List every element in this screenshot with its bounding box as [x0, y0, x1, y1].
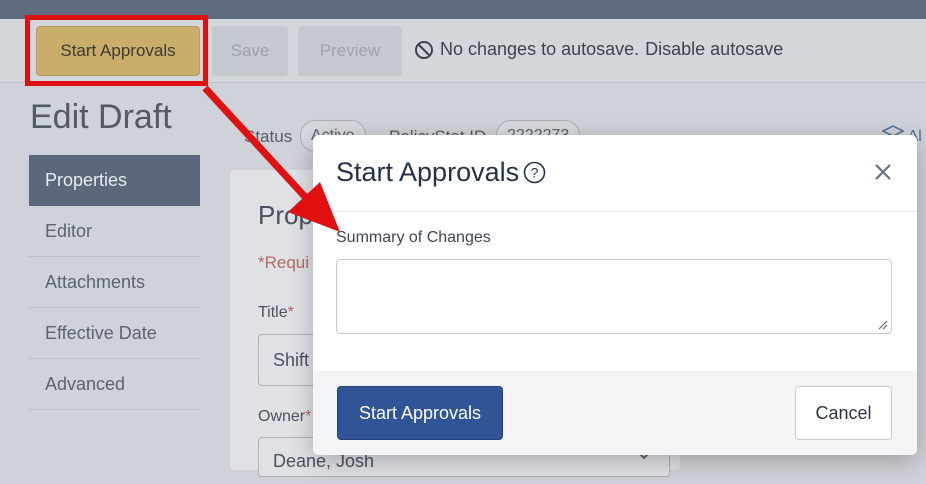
close-icon[interactable]	[874, 163, 892, 181]
summary-of-changes-textarea[interactable]	[336, 259, 892, 334]
preview-button[interactable]: Preview	[298, 26, 402, 76]
sidebar-nav: Properties Editor Attachments Effective …	[29, 155, 200, 410]
sidebar-item-effective-date[interactable]: Effective Date	[29, 308, 200, 359]
autosave-status: No changes to autosave. Disable autosave	[414, 39, 783, 60]
top-header-strip	[0, 0, 926, 19]
required-note: *Requi	[258, 253, 310, 272]
svg-text:?: ?	[531, 165, 539, 181]
sidebar-item-editor[interactable]: Editor	[29, 206, 200, 257]
title-field-label-text: Title	[258, 304, 288, 321]
modal-header: Start Approvals ?	[313, 135, 917, 212]
resize-handle-icon[interactable]	[878, 320, 888, 330]
status-label: Status	[244, 127, 293, 146]
disable-autosave-link[interactable]: Disable autosave	[645, 39, 783, 60]
autosave-status-text: No changes to autosave.	[440, 39, 640, 59]
start-approvals-modal: Start Approvals ? Summary of Changes Sta…	[313, 135, 917, 455]
required-asterisk: *	[305, 408, 312, 425]
page-title: Edit Draft	[30, 98, 172, 136]
sidebar-item-attachments[interactable]: Attachments	[29, 257, 200, 308]
properties-heading: Prop	[258, 200, 313, 230]
cancel-button[interactable]: Cancel	[795, 386, 892, 440]
help-icon[interactable]: ?	[523, 161, 546, 184]
start-approvals-button[interactable]: Start Approvals	[36, 26, 200, 76]
required-asterisk: *	[287, 304, 294, 321]
no-entry-icon	[415, 40, 433, 59]
sidebar-item-properties[interactable]: Properties	[29, 155, 200, 206]
save-button[interactable]: Save	[212, 26, 288, 76]
owner-field-label-text: Owner	[258, 408, 306, 425]
summary-of-changes-label: Summary of Changes	[336, 229, 491, 246]
modal-start-approvals-button[interactable]: Start Approvals	[337, 386, 503, 440]
toolbar: Start Approvals Save Preview No changes …	[0, 19, 926, 83]
owner-field-label: Owner*	[258, 408, 311, 426]
sidebar-item-advanced[interactable]: Advanced	[29, 359, 200, 410]
title-field-label: Title*	[258, 304, 294, 322]
modal-footer: Start Approvals Cancel	[313, 371, 917, 455]
modal-title: Start Approvals	[336, 157, 520, 187]
